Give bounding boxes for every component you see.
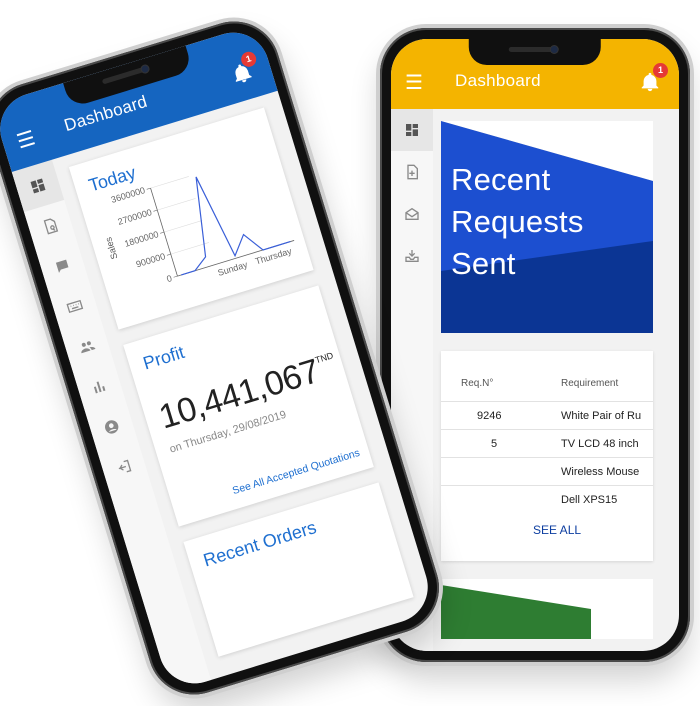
cell-requirement: Wireless Mouse (561, 466, 640, 478)
card-title: Profit (140, 341, 187, 374)
chat-bubble-icon (55, 259, 69, 273)
front-phone-screen: ☰ Dashboard 1 Today 3600000 2700000 1800… (0, 23, 437, 693)
cell-req-no: 5 (491, 438, 498, 450)
table-row[interactable]: 9246 White Pair of Ru (441, 401, 653, 430)
cell-requirement: TV LCD 48 inch (561, 438, 639, 450)
sidebar-item-messages[interactable] (391, 193, 433, 235)
notification-bell-icon[interactable]: 1 (639, 63, 668, 93)
gridline (163, 220, 203, 233)
recent-requests-banner: Recent Requests Sent (441, 121, 653, 333)
gridline (157, 198, 196, 211)
y-tick-mark (166, 253, 171, 256)
y-tick-label: 900000 (135, 251, 167, 269)
column-header-req-no: Req.N° (461, 378, 494, 389)
y-tick-mark (173, 275, 178, 278)
gridline (150, 176, 189, 189)
requests-table: Req.N° Requirement 9246 White Pair of Ru… (441, 351, 653, 561)
y-tick-mark (160, 231, 165, 234)
menu-icon[interactable]: ☰ (14, 127, 38, 153)
x-tick-label: Thursday (254, 246, 293, 267)
page-title: Dashboard (455, 71, 541, 90)
table-row[interactable]: Wireless Mouse (441, 457, 653, 486)
exit-icon (118, 459, 132, 473)
y-tick-label: 1800000 (123, 229, 159, 249)
mail-open-icon (405, 207, 419, 220)
cell-requirement: Dell XPS15 (561, 494, 618, 506)
main-content: Recent Requests Sent Req.N° Requirement … (441, 121, 653, 639)
y-axis-label: Sales (103, 235, 119, 260)
inbox-download-icon (405, 250, 419, 262)
next-card-preview (441, 579, 653, 639)
card-title: Recent Orders (200, 517, 319, 571)
profit-card: Profit 10,441,067TND on Thursday, 29/08/… (123, 285, 374, 527)
sidebar-item-dashboard[interactable] (391, 109, 433, 151)
green-banner (441, 585, 591, 639)
keyboard-icon (66, 299, 84, 314)
table-row[interactable]: 5 TV LCD 48 inch (441, 429, 653, 458)
bar-chart-icon (93, 381, 106, 394)
y-tick-mark (146, 187, 151, 190)
see-all-quotations-link[interactable]: See All Accepted Quotations (231, 447, 361, 497)
notification-bell-icon[interactable]: 1 (228, 49, 259, 87)
dashboard-icon (30, 178, 46, 194)
sidebar-item-received[interactable] (391, 235, 433, 277)
currency-label: TND (313, 350, 335, 366)
cell-requirement: White Pair of Ru (561, 410, 642, 422)
table-row[interactable]: Dell XPS15 (441, 485, 653, 514)
menu-icon[interactable]: ☰ (405, 73, 423, 93)
cell-req-no: 9246 (477, 410, 502, 422)
banner-title-line: Requests (451, 204, 584, 239)
notification-badge: 1 (653, 63, 668, 78)
x-tick-label: Sunday (217, 259, 250, 278)
see-all-link[interactable]: SEE ALL (533, 523, 581, 537)
banner-title-line: Sent (451, 246, 516, 281)
document-add-icon (407, 164, 418, 180)
dashboard-icon (406, 124, 418, 136)
document-search-icon (43, 218, 59, 235)
back-phone-screen: ☰ Dashboard 1 Recent Requests Sent Req.N… (391, 39, 679, 651)
phone-notch (468, 39, 602, 65)
y-tick-label: 2700000 (117, 207, 153, 227)
banner-title-line: Recent (451, 162, 551, 197)
sidebar-item-new-request[interactable] (391, 151, 433, 193)
people-icon (81, 341, 96, 354)
y-tick-label: 0 (165, 273, 173, 284)
y-tick-mark (153, 209, 158, 212)
banner-title: Recent Requests Sent (451, 159, 651, 285)
person-circle-icon (105, 420, 119, 434)
column-header-requirement: Requirement (561, 378, 619, 389)
gridline (170, 242, 210, 255)
